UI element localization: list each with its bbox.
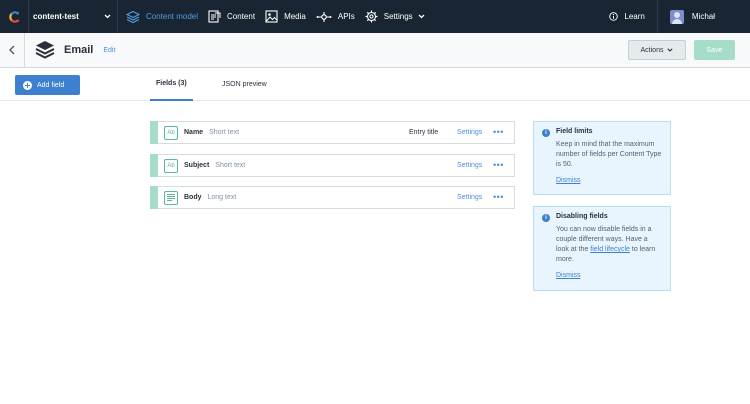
note-title: Field limits: [556, 128, 593, 135]
note-text: You can now disable fields in a couple d…: [556, 225, 662, 265]
user-name: Michał: [691, 12, 715, 21]
user-menu[interactable]: Michał: [658, 0, 750, 33]
actions-dropdown-button[interactable]: Actions: [628, 40, 686, 60]
field-settings-link[interactable]: Settings: [457, 162, 482, 169]
drag-handle[interactable]: [150, 120, 158, 144]
tabs-row: Add field Fields (3) JSON preview: [0, 68, 750, 101]
info-icon: i: [542, 214, 550, 222]
nav-media-label: Media: [284, 12, 306, 21]
field-name: Subject: [184, 162, 210, 169]
nav-right: Learn Michał: [597, 0, 750, 33]
layers-icon: [126, 10, 140, 23]
more-options-icon[interactable]: •••: [493, 161, 504, 170]
back-button[interactable]: [0, 32, 25, 68]
field-limits-note: i Field limits Keep in mind that the max…: [533, 121, 671, 195]
disabling-fields-note: i Disabling fields You can now disable f…: [533, 206, 671, 291]
gear-icon: [365, 10, 378, 23]
field-type: Short text: [215, 162, 246, 169]
note-title: Disabling fields: [556, 213, 608, 220]
drag-handle[interactable]: [150, 153, 158, 177]
short-text-icon: Ab: [164, 158, 178, 173]
more-options-icon[interactable]: •••: [493, 128, 504, 137]
field-row[interactable]: Ab Name Short text Entry title Settings …: [150, 120, 515, 144]
media-icon: [265, 10, 278, 23]
info-icon: i: [542, 129, 550, 137]
long-text-icon: [164, 190, 178, 205]
actions-label: Actions: [640, 46, 664, 54]
learn-button[interactable]: Learn: [597, 0, 658, 33]
entry-title-badge: Entry title: [409, 129, 439, 136]
chevron-down-icon: [667, 48, 674, 52]
nav-content-label: Content: [227, 12, 256, 21]
chevron-down-icon: [104, 14, 111, 19]
add-field-label: Add field: [37, 81, 65, 89]
field-row[interactable]: Body Long text Settings •••: [150, 185, 515, 209]
plus-circle-icon: [23, 80, 32, 90]
content-type-title: Email: [64, 44, 94, 56]
chevron-left-icon: [9, 45, 15, 55]
nav-content[interactable]: Content: [208, 0, 255, 33]
avatar: [669, 9, 684, 24]
note-text: Keep in mind that the maximum number of …: [556, 141, 662, 168]
tab-json-preview[interactable]: JSON preview: [222, 68, 267, 101]
top-navigation: content-test Content model Content Media: [0, 0, 750, 33]
nav-apis[interactable]: APIs: [316, 0, 355, 33]
drag-handle[interactable]: [150, 185, 158, 209]
nav-media[interactable]: Media: [265, 0, 306, 33]
field-settings-link[interactable]: Settings: [457, 129, 482, 136]
info-circle-icon: [609, 12, 619, 21]
space-name: content-test: [33, 12, 79, 21]
short-text-icon: Ab: [164, 125, 178, 140]
field-name: Body: [184, 194, 202, 201]
field-type: Long text: [207, 194, 237, 201]
workbench-header: Email Edit Actions Save: [0, 32, 750, 68]
edit-name-link[interactable]: Edit: [103, 47, 115, 54]
nav-apis-label: APIs: [337, 12, 355, 21]
dismiss-link[interactable]: Dismiss: [556, 177, 581, 184]
nav-content-model-label: Content model: [146, 12, 199, 21]
learn-label: Learn: [624, 12, 645, 21]
api-icon: [316, 11, 332, 22]
field-lifecycle-link[interactable]: field lifecycle: [590, 246, 630, 253]
tab-fields[interactable]: Fields (3): [150, 68, 193, 101]
add-field-button[interactable]: Add field: [15, 75, 80, 95]
nav-content-model[interactable]: Content model: [126, 0, 198, 33]
field-name: Name: [184, 129, 204, 136]
more-options-icon[interactable]: •••: [493, 193, 504, 202]
nav-settings[interactable]: Settings: [365, 0, 425, 33]
field-row[interactable]: Ab Subject Short text Settings •••: [150, 153, 515, 177]
dismiss-link[interactable]: Dismiss: [556, 272, 581, 279]
content-icon: [208, 10, 221, 23]
space-switcher[interactable]: content-test: [29, 0, 118, 33]
content-type-stack-icon: [34, 39, 56, 61]
chevron-down-icon: [418, 14, 425, 19]
nav-settings-label: Settings: [383, 12, 413, 21]
field-settings-link[interactable]: Settings: [457, 194, 482, 201]
contentful-logo-icon[interactable]: [0, 0, 29, 33]
field-type: Short text: [209, 129, 240, 136]
save-button[interactable]: Save: [694, 40, 735, 60]
